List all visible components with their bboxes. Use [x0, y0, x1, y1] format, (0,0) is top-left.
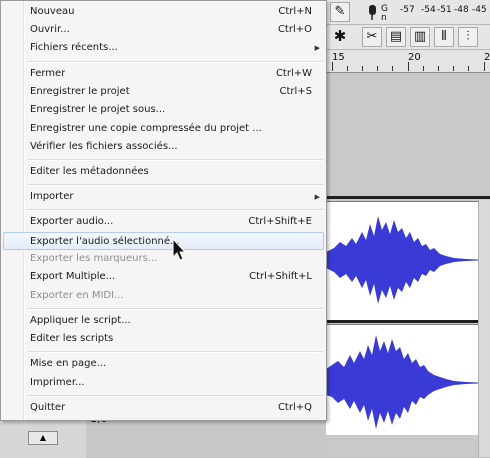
- menu-item-ouvrir[interactable]: Ouvrir... Ctrl+O: [3, 21, 324, 39]
- tools-toolbar-top: ✎ G n -57 -54 -51 -48 -45: [326, 0, 490, 25]
- menu-item-enregistrer-projet[interactable]: Enregistrer le projet Ctrl+S: [3, 83, 324, 101]
- ruler-label: 15: [332, 52, 345, 63]
- meter-tick: -48: [454, 5, 469, 15]
- menu-item-enregistrer-copie-compressee[interactable]: Enregistrer une copie compressée du proj…: [3, 120, 324, 138]
- multi-tool-icon[interactable]: ✱: [330, 27, 350, 47]
- submenu-arrow-icon: ▶: [314, 44, 320, 52]
- menu-item-imprimer[interactable]: Imprimer...: [3, 374, 324, 392]
- trim-icon[interactable]: ✂: [362, 27, 382, 47]
- menu-item-fermer[interactable]: Fermer Ctrl+W: [3, 65, 324, 83]
- menu-item-exporter-midi: Exporter en MIDI...: [30, 290, 124, 301]
- menu-item-appliquer-script[interactable]: Appliquer le script...: [3, 312, 324, 330]
- waveform-channel-right[interactable]: [326, 324, 478, 435]
- vertical-scrollbar[interactable]: [478, 200, 490, 457]
- menu-item-editer-scripts[interactable]: Editer les scripts: [3, 330, 324, 348]
- menu-item-export-multiple[interactable]: Export Multiple... Ctrl+Shift+L: [3, 268, 324, 286]
- menu-item-verifier-fichiers[interactable]: Vérifier les fichiers associés...: [3, 138, 324, 156]
- menu-separator: [27, 61, 323, 63]
- waveform-left: [326, 216, 478, 304]
- menu-item-mise-en-page[interactable]: Mise en page...: [3, 355, 324, 373]
- track-separator: [326, 196, 490, 199]
- meter-tick: -54: [421, 5, 436, 15]
- menu-item-exporter-audio[interactable]: Exporter audio... Ctrl+Shift+E: [3, 213, 324, 231]
- svg-text:n: n: [381, 13, 387, 22]
- waveform-channel-left[interactable]: [326, 201, 478, 320]
- silence-icon[interactable]: ⫴: [434, 27, 454, 47]
- file-menu: Nouveau Ctrl+N Ouvrir... Ctrl+O Fichiers r…: [0, 0, 327, 421]
- menu-separator: [27, 209, 323, 211]
- meter-tick: -45: [472, 5, 487, 15]
- menu-separator: [27, 159, 323, 161]
- meter-tick: -51: [437, 5, 452, 15]
- paste-icon[interactable]: ▥: [410, 27, 430, 47]
- submenu-arrow-icon: ▶: [314, 193, 320, 201]
- copy-icon[interactable]: ▤: [386, 27, 406, 47]
- menu-item-nouveau[interactable]: Nouveau Ctrl+N: [3, 3, 324, 21]
- edit-toolbar: ✱ ✂ ▤ ▥ ⫴ ⫶: [326, 25, 490, 50]
- menu-item-editer-metadonnees[interactable]: Editer les métadonnées: [3, 163, 324, 181]
- ruler-label: 20: [408, 52, 421, 63]
- zoom-icon[interactable]: ⫶: [458, 27, 478, 47]
- menu-separator: [27, 184, 323, 186]
- menu-separator: [27, 351, 323, 353]
- collapse-track-button[interactable]: ▲: [28, 431, 58, 445]
- menu-item-fichiers-recents[interactable]: Fichiers récents... ▶: [3, 39, 324, 57]
- menu-separator: [27, 308, 323, 310]
- mouse-pointer-icon: [172, 238, 186, 261]
- menu-item-exporter-audio-selectionne[interactable]: Exporter l'audio sélectionné...: [3, 232, 324, 250]
- menu-item-exporter-marqueurs: Exporter les marqueurs...: [30, 253, 158, 264]
- waveform-right: [326, 335, 478, 429]
- timeline-ruler[interactable]: 15 20 2: [326, 50, 490, 73]
- menu-separator: [27, 395, 323, 397]
- meter-tick: -57: [400, 5, 415, 15]
- channel-separator: [326, 320, 490, 323]
- menu-item-importer[interactable]: Importer ▶: [3, 188, 324, 206]
- menu-item-enregistrer-sous[interactable]: Enregistrer le projet sous...: [3, 101, 324, 119]
- draw-tool-button[interactable]: ✎: [330, 2, 350, 22]
- menu-item-quitter[interactable]: Quitter Ctrl+Q: [3, 399, 324, 417]
- microphone-icon[interactable]: G n: [364, 2, 392, 23]
